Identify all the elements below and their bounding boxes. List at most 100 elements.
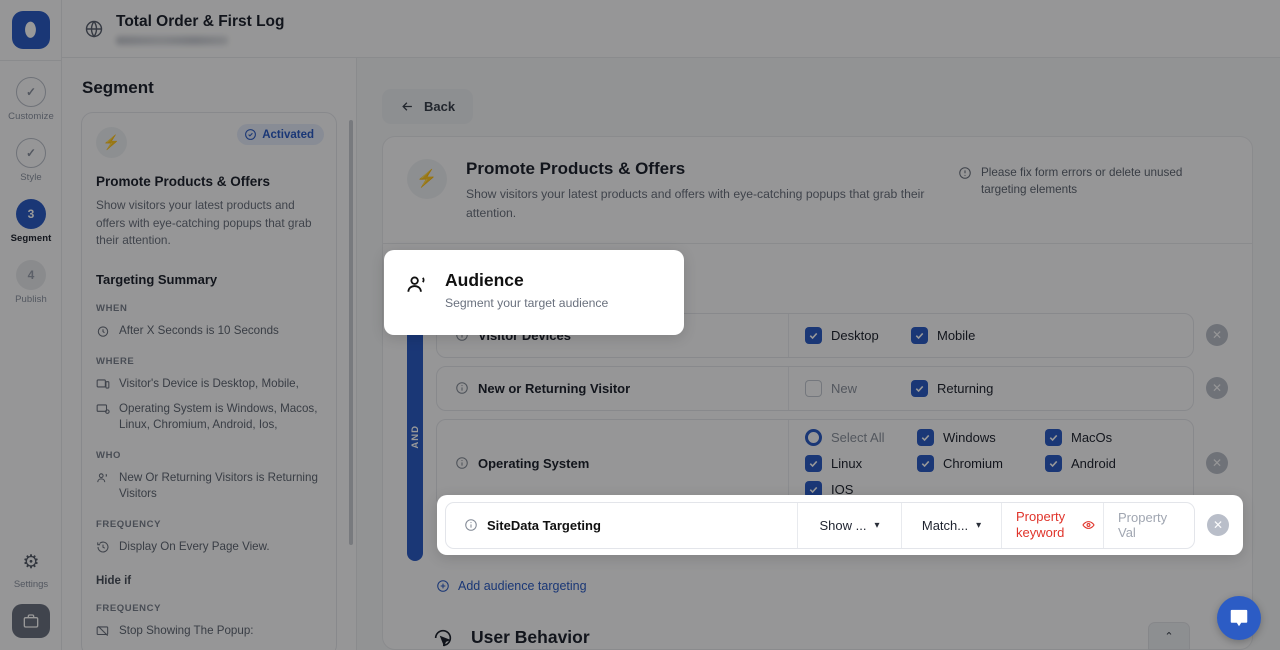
sitedata-keyword-input[interactable]: Property keyword — [1002, 502, 1104, 548]
top-bar: Total Order & First Log — [62, 0, 1280, 58]
checkbox-desktop[interactable]: Desktop — [805, 326, 911, 344]
sidebar-item-publish[interactable]: 4 Publish — [0, 260, 62, 305]
user-behavior-section-header[interactable]: User Behavior — [432, 627, 1228, 649]
cursor-click-icon — [434, 629, 452, 647]
summary-item: Display On Every Page View. — [96, 539, 322, 555]
step-label-customize: Customize — [8, 111, 54, 122]
rail-bottom-group: ⚙ Settings — [0, 552, 62, 638]
sitedata-match-select-value: Match... — [921, 517, 969, 533]
scroll-to-top-button[interactable]: ⌃ — [1148, 622, 1190, 650]
table-row: New or Returning Visitor New Returning ✕ — [436, 365, 1228, 411]
form-error-text: Please fix form errors or delete unused … — [981, 166, 1183, 196]
sitedata-value-input[interactable]: Property Val — [1104, 503, 1194, 548]
radio-select-all[interactable]: Select All — [805, 428, 917, 446]
step-label-style: Style — [20, 172, 42, 183]
timer-icon — [97, 326, 109, 337]
checkbox-label: Mobile — [937, 327, 976, 343]
campaign-description: Show visitors your latest products and o… — [96, 198, 312, 248]
promote-card: ⚡ Promote Products & Offers Show visitor… — [382, 136, 1253, 650]
main-content: Back ⚡ Promote Products & Offers Show vi… — [357, 58, 1280, 650]
chevron-up-icon: ⌃ — [1164, 630, 1174, 643]
checkbox-macos[interactable]: MacOs — [1045, 428, 1173, 446]
audience-description: Segment your target audience — [445, 296, 609, 310]
hide-popup-icon — [96, 626, 109, 637]
rule-options: Desktop Mobile — [789, 318, 1193, 353]
add-audience-targeting-label: Add audience targeting — [458, 578, 587, 593]
summary-item-text: New Or Returning Visitors is Returning V… — [119, 470, 318, 501]
hide-if-group-label: FREQUENCY — [96, 603, 162, 615]
summary-item-text: Operating System is Windows, Macos, Linu… — [119, 401, 318, 432]
and-operator-bar[interactable]: AND — [407, 312, 423, 561]
checkbox-chromium[interactable]: Chromium — [917, 454, 1045, 472]
checkbox-box — [805, 326, 822, 344]
rule-name-cell: New or Returning Visitor — [437, 366, 789, 410]
checkbox-box — [917, 454, 934, 472]
summary-group-label-frequency: FREQUENCY — [96, 518, 162, 530]
summary-group-label-where: WHERE — [96, 355, 135, 367]
chat-widget-button[interactable] — [1217, 596, 1261, 640]
remove-rule-button[interactable]: ✕ — [1206, 324, 1228, 347]
check-circle-icon — [245, 129, 257, 140]
remove-rule-button[interactable]: ✕ — [1206, 452, 1228, 475]
checkbox-new[interactable]: New — [805, 379, 911, 397]
checkbox-returning[interactable]: Returning — [911, 379, 1017, 397]
check-icon — [915, 332, 924, 339]
audience-title: Audience — [445, 270, 524, 290]
rule-new-or-returning-visitor[interactable]: New or Returning Visitor New Returning — [436, 365, 1194, 411]
remove-rule-button[interactable]: ✕ — [1206, 377, 1228, 400]
sidebar-item-segment[interactable]: 3 Segment — [0, 199, 62, 244]
checkbox-label: Chromium — [943, 455, 1003, 471]
checkbox-box — [805, 454, 822, 472]
left-nav-rail: ⬮ ✓ Customize ✓ Style 3 Segment 4 Publis… — [0, 0, 62, 650]
status-badge-label: Activated — [262, 128, 314, 141]
chat-icon — [1230, 609, 1248, 627]
sitedata-value-placeholder: Property Val — [1118, 510, 1168, 540]
audience-users-icon — [407, 276, 425, 292]
rule-options: Select All Windows MacOs Linux Chromium … — [789, 420, 1193, 507]
info-icon[interactable] — [464, 518, 478, 532]
sitedata-match-select[interactable]: Match... ▾ — [902, 502, 1002, 548]
checkbox-linux[interactable]: Linux — [805, 454, 917, 472]
remove-rule-button[interactable]: ✕ — [1207, 514, 1229, 536]
rule-sitedata-targeting[interactable]: SiteData Targeting Show ... ▾ Match... ▾… — [445, 501, 1195, 549]
summary-item-text: Display On Every Page View. — [119, 539, 270, 553]
add-audience-targeting-button[interactable]: Add audience targeting — [436, 579, 1228, 593]
briefcase-button[interactable] — [12, 604, 50, 638]
alert-circle-icon — [959, 167, 971, 179]
check-icon — [921, 434, 930, 441]
rule-name-label: New or Returning Visitor — [478, 380, 631, 396]
check-icon — [1049, 434, 1058, 441]
checkbox-label: Returning — [937, 380, 994, 396]
sitedata-targeting-spotlight: SiteData Targeting Show ... ▾ Match... ▾… — [437, 495, 1243, 555]
radio-circle — [805, 428, 822, 446]
checkbox-windows[interactable]: Windows — [917, 428, 1045, 446]
left-panel-scrollbar[interactable] — [349, 120, 353, 545]
sitedata-show-select[interactable]: Show ... ▾ — [798, 502, 902, 548]
checkbox-label: Android — [1071, 455, 1116, 471]
summary-group-label-when: WHEN — [96, 303, 128, 315]
sidebar-item-settings[interactable]: ⚙ Settings — [0, 552, 62, 592]
campaign-title: Promote Products & Offers — [96, 174, 271, 189]
summary-item: After X Seconds is 10 Seconds — [96, 323, 322, 339]
checkbox-label: Desktop — [831, 327, 879, 343]
summary-item-text: Stop Showing The Popup: — [119, 624, 254, 638]
checkbox-android[interactable]: Android — [1045, 454, 1173, 472]
checkbox-label: MacOs — [1071, 429, 1113, 445]
info-icon[interactable] — [455, 456, 469, 470]
summary-item: Visitor's Device is Desktop, Mobile, — [96, 376, 322, 392]
users-icon — [97, 473, 107, 483]
check-icon — [915, 385, 924, 392]
rule-name-cell: SiteData Targeting — [446, 502, 798, 548]
sitedata-keyword-placeholder: Property keyword — [1016, 509, 1066, 540]
radio-label: Select All — [831, 429, 885, 445]
sidebar-item-style[interactable]: ✓ Style — [0, 138, 62, 183]
back-button[interactable]: Back — [382, 89, 474, 124]
app-logo[interactable]: ⬮ — [11, 11, 50, 49]
monitor-icon — [96, 404, 110, 414]
summary-item: New Or Returning Visitors is Returning V… — [96, 470, 322, 503]
eye-icon[interactable] — [1082, 519, 1095, 532]
sidebar-item-customize[interactable]: ✓ Customize — [0, 77, 62, 122]
summary-item: Stop Showing The Popup: — [96, 623, 322, 639]
info-icon[interactable] — [455, 381, 469, 395]
checkbox-mobile[interactable]: Mobile — [911, 326, 1017, 344]
